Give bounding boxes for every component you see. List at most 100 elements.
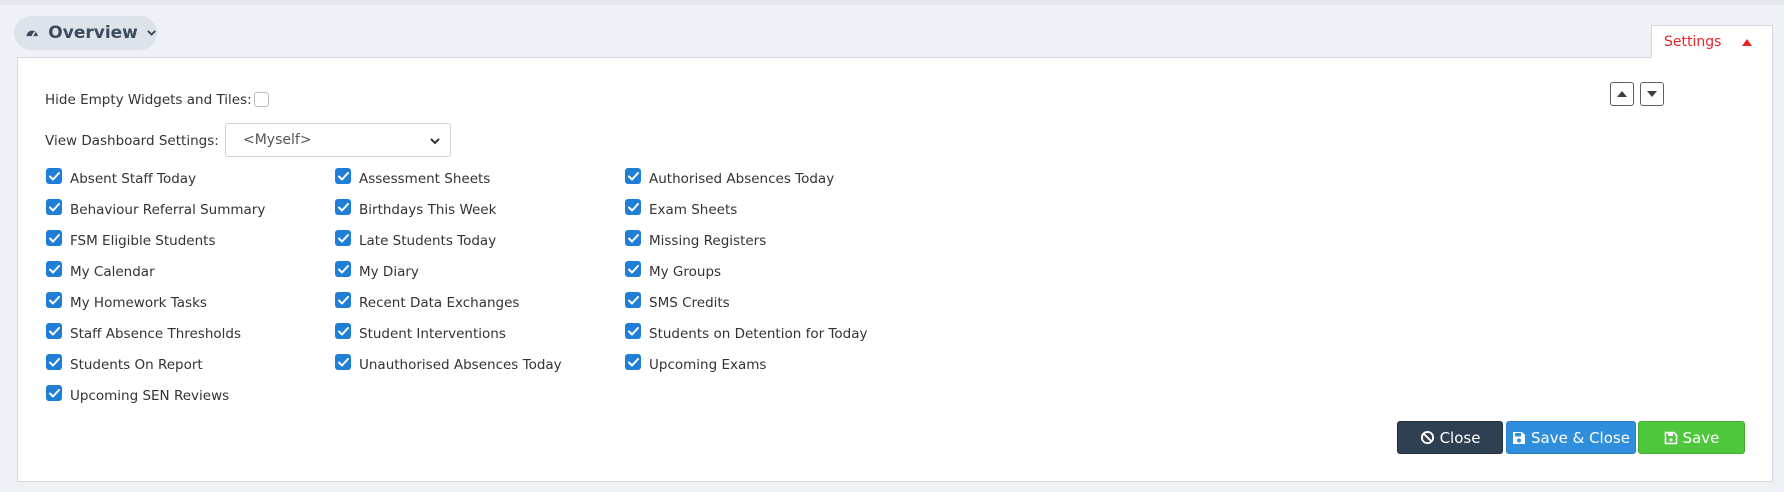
- check-icon: [627, 295, 639, 304]
- widget-checkbox-item[interactable]: Late Students Today: [335, 230, 497, 249]
- overview-dropdown[interactable]: Overview: [14, 16, 157, 50]
- check-icon: [337, 233, 349, 242]
- widget-label: Behaviour Referral Summary: [70, 202, 266, 218]
- widget-checkbox-item[interactable]: My Diary: [335, 261, 419, 280]
- widget-checkbox-item[interactable]: Student Interventions: [335, 323, 506, 342]
- checkbox-checked[interactable]: [46, 261, 62, 277]
- widget-label: Birthdays This Week: [359, 202, 497, 218]
- widget-label: Students on Detention for Today: [649, 326, 868, 342]
- checkbox-checked[interactable]: [625, 230, 641, 246]
- checkbox-checked[interactable]: [46, 354, 62, 370]
- widget-checkbox-item[interactable]: Upcoming Exams: [625, 354, 767, 373]
- check-icon: [48, 357, 60, 366]
- check-icon: [627, 357, 639, 366]
- settings-panel: [17, 57, 1773, 482]
- widget-checkbox-item[interactable]: Assessment Sheets: [335, 168, 490, 187]
- tab-settings-label: Settings: [1664, 34, 1722, 50]
- widget-label: SMS Credits: [649, 295, 730, 311]
- widget-checkbox-item[interactable]: Behaviour Referral Summary: [46, 199, 266, 218]
- floppy-disk-icon: [1513, 431, 1526, 444]
- widget-checkbox-item[interactable]: Students On Report: [46, 354, 203, 373]
- widget-checkbox-item[interactable]: Absent Staff Today: [46, 168, 197, 187]
- hide-empty-label: Hide Empty Widgets and Tiles:: [45, 92, 252, 108]
- widget-checkbox-item[interactable]: Staff Absence Thresholds: [46, 323, 242, 342]
- widget-label: Upcoming Exams: [649, 357, 767, 373]
- checkbox-checked[interactable]: [335, 292, 351, 308]
- checkbox-checked[interactable]: [46, 168, 62, 184]
- widget-checkbox-item[interactable]: FSM Eligible Students: [46, 230, 216, 249]
- widget-checkbox-item[interactable]: My Homework Tasks: [46, 292, 207, 311]
- widget-checkbox-item[interactable]: Students on Detention for Today: [625, 323, 868, 342]
- checkbox-checked[interactable]: [46, 230, 62, 246]
- checkbox-checked[interactable]: [625, 199, 641, 215]
- check-icon: [337, 357, 349, 366]
- check-icon: [337, 171, 349, 180]
- view-dashboard-select[interactable]: <Myself>: [225, 123, 451, 157]
- check-icon: [627, 233, 639, 242]
- chevron-down-icon: [147, 30, 156, 36]
- checkbox-checked[interactable]: [335, 199, 351, 215]
- check-icon: [337, 202, 349, 211]
- tab-settings[interactable]: Settings: [1651, 25, 1773, 58]
- checkbox-checked[interactable]: [625, 261, 641, 277]
- checkbox-checked[interactable]: [625, 354, 641, 370]
- save-close-button-label: Save & Close: [1531, 428, 1630, 447]
- widget-checkbox-item[interactable]: Unauthorised Absences Today: [335, 354, 562, 373]
- checkbox-checked[interactable]: [335, 354, 351, 370]
- checkbox-checked[interactable]: [335, 323, 351, 339]
- widget-label: Missing Registers: [649, 233, 767, 249]
- view-dashboard-label: View Dashboard Settings:: [45, 133, 219, 149]
- check-icon: [48, 233, 60, 242]
- move-up-button[interactable]: [1610, 82, 1634, 106]
- widget-label: My Homework Tasks: [70, 295, 207, 311]
- widget-label: My Diary: [359, 264, 419, 280]
- widget-checkbox-item[interactable]: SMS Credits: [625, 292, 730, 311]
- checkbox-checked[interactable]: [335, 261, 351, 277]
- save-button[interactable]: Save: [1638, 421, 1745, 454]
- ban-icon: [1420, 430, 1434, 445]
- checkbox-checked[interactable]: [46, 323, 62, 339]
- checkbox-checked[interactable]: [335, 230, 351, 246]
- widget-checkbox-item[interactable]: My Groups: [625, 261, 721, 280]
- caret-up-icon: [1742, 39, 1752, 46]
- widget-checkbox-item[interactable]: Recent Data Exchanges: [335, 292, 519, 311]
- save-button-label: Save: [1682, 428, 1720, 447]
- widget-checkbox-item[interactable]: Birthdays This Week: [335, 199, 497, 218]
- close-button[interactable]: Close: [1397, 421, 1503, 454]
- widget-label: Unauthorised Absences Today: [359, 357, 562, 373]
- check-icon: [627, 264, 639, 273]
- widget-label: FSM Eligible Students: [70, 233, 216, 249]
- widget-label: Staff Absence Thresholds: [70, 326, 242, 342]
- check-icon: [627, 202, 639, 211]
- checkbox-checked[interactable]: [625, 292, 641, 308]
- arrow-down-icon: [1647, 91, 1657, 97]
- check-icon: [48, 326, 60, 335]
- widget-checkbox-item[interactable]: Missing Registers: [625, 230, 767, 249]
- widget-label: Exam Sheets: [649, 202, 738, 218]
- chevron-down-icon: [430, 138, 440, 145]
- checkbox-checked[interactable]: [335, 168, 351, 184]
- widget-label: Late Students Today: [359, 233, 497, 249]
- checkbox-checked[interactable]: [46, 199, 62, 215]
- widget-checkbox-item[interactable]: Exam Sheets: [625, 199, 738, 218]
- widget-checkbox-item[interactable]: Upcoming SEN Reviews: [46, 385, 230, 404]
- widget-checkbox-item[interactable]: Authorised Absences Today: [625, 168, 835, 187]
- top-strip: [0, 0, 1784, 5]
- move-down-button[interactable]: [1640, 82, 1664, 106]
- checkbox-checked[interactable]: [46, 292, 62, 308]
- checkbox-checked[interactable]: [625, 168, 641, 184]
- check-icon: [337, 264, 349, 273]
- widget-label: Student Interventions: [359, 326, 506, 342]
- checkbox-checked[interactable]: [46, 385, 62, 401]
- widget-label: My Calendar: [70, 264, 155, 280]
- check-icon: [48, 202, 60, 211]
- widget-checkbox-item[interactable]: My Calendar: [46, 261, 155, 280]
- widget-label: Authorised Absences Today: [649, 171, 835, 187]
- arrow-up-icon: [1617, 91, 1627, 97]
- widget-label: Upcoming SEN Reviews: [70, 388, 230, 404]
- floppy-disk-outline-icon: [1664, 431, 1677, 444]
- save-close-button[interactable]: Save & Close: [1506, 421, 1636, 454]
- widget-label: Absent Staff Today: [70, 171, 197, 187]
- checkbox-checked[interactable]: [625, 323, 641, 339]
- hide-empty-checkbox[interactable]: [254, 92, 269, 107]
